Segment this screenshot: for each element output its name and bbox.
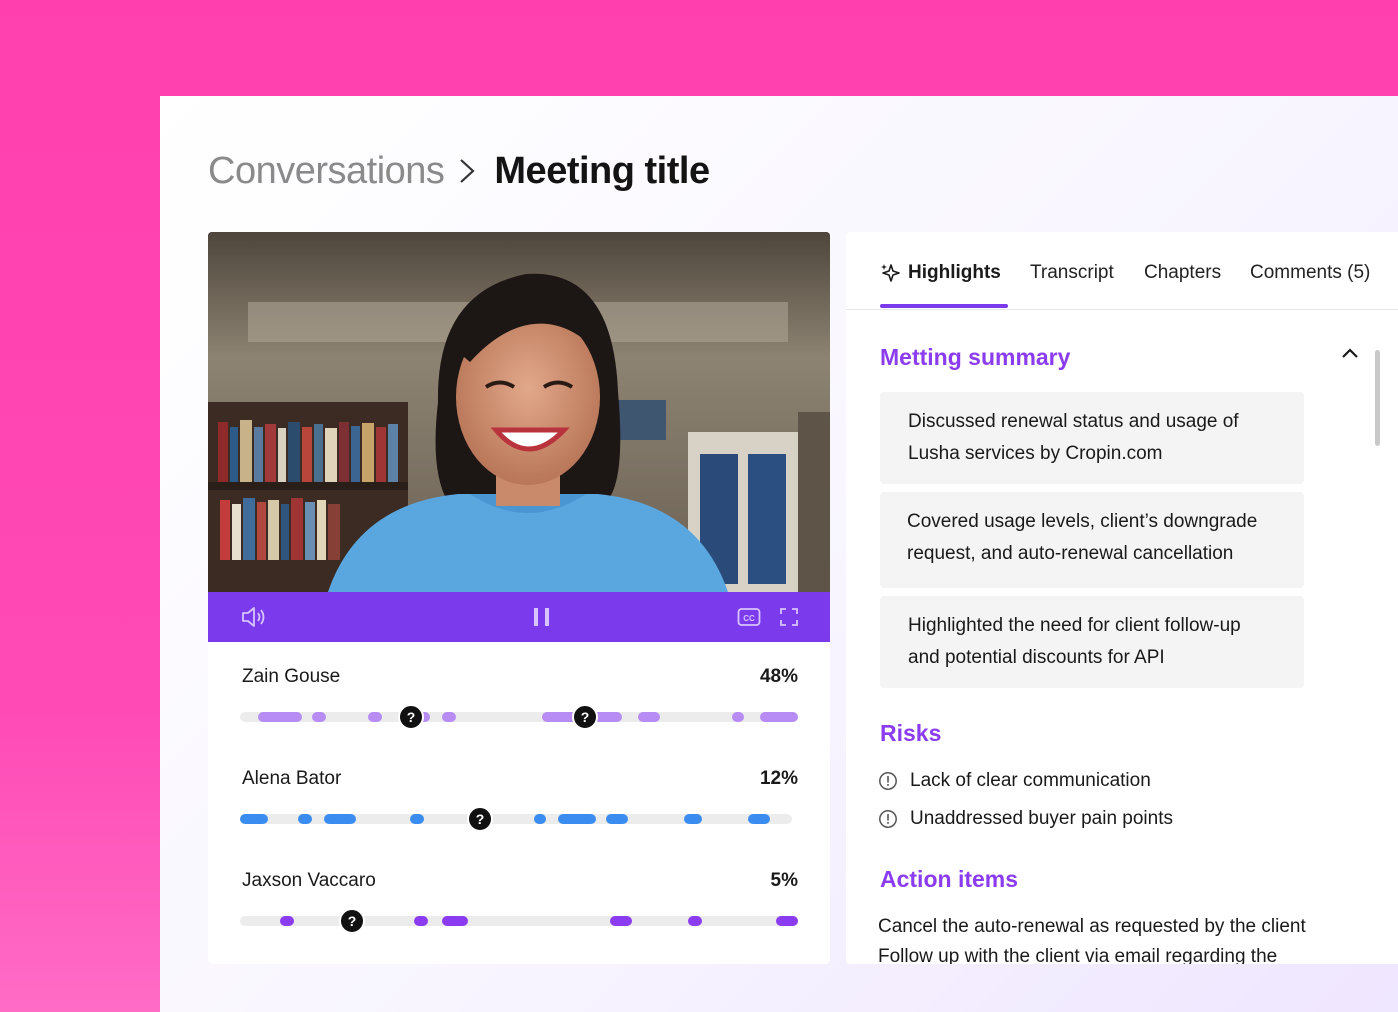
question-marker-icon[interactable]: ?: [572, 704, 598, 730]
summary-text-line: Discussed renewal status and usage of: [908, 411, 1239, 432]
talk-segment: [240, 814, 268, 824]
question-marker-icon[interactable]: ?: [467, 806, 493, 832]
captions-icon[interactable]: CC: [737, 607, 761, 632]
talk-segment: [258, 712, 302, 722]
talk-segment: [410, 814, 424, 824]
summary-section-title: Metting summary: [880, 344, 1071, 370]
tab-chapters[interactable]: Chapters: [1144, 262, 1221, 284]
panel-scrollbar[interactable]: [1375, 350, 1380, 446]
question-marker-icon[interactable]: ?: [398, 704, 424, 730]
summary-text-line: Highlighted the need for client follow-u…: [908, 615, 1241, 636]
pause-icon[interactable]: [532, 606, 552, 633]
summary-text-line: Lusha services by Cropin.com: [908, 443, 1163, 464]
speaker-name: Zain Gouse: [242, 666, 341, 687]
speaker-talk-percent: 12%: [759, 768, 798, 789]
talk-segment: [684, 814, 702, 824]
tab-comments[interactable]: Comments (5): [1250, 262, 1370, 284]
app-frame: Conversations Meeting title CC Zain Gous…: [160, 96, 1398, 1012]
breadcrumb-conversations-link[interactable]: Conversations: [208, 150, 445, 193]
volume-icon[interactable]: [240, 605, 266, 634]
video-frame[interactable]: [208, 232, 830, 592]
question-marker-icon[interactable]: ?: [339, 908, 365, 934]
talk-segment: [760, 712, 798, 722]
speaker-talk-percent: 48%: [759, 666, 798, 687]
risk-item: Lack of clear communication: [878, 770, 1151, 792]
tab-highlights-label: Highlights: [908, 262, 1001, 283]
talk-segment: [280, 916, 294, 926]
tab-bar: Highlights Transcript Chapters Comments …: [846, 232, 1398, 310]
video-person-image: [208, 232, 830, 592]
speaker-row: Alena Bator 12% ?: [240, 768, 798, 848]
action-item: Cancel the auto-renewal as requested by …: [878, 916, 1306, 937]
video-card: CC Zain Gouse 48% ? ? Alena Bator 12% ? …: [208, 232, 830, 964]
sparkle-icon: [881, 264, 900, 282]
alert-circle-icon: [879, 810, 897, 828]
summary-item: Covered usage levels, client’s downgrade…: [880, 492, 1304, 588]
talk-segment: [748, 814, 770, 824]
speaker-name: Alena Bator: [242, 768, 342, 789]
talk-segment: [442, 916, 468, 926]
svg-text:CC: CC: [743, 614, 755, 623]
summary-text-line: and potential discounts for API: [908, 647, 1165, 668]
risk-text: Lack of clear communication: [910, 770, 1151, 791]
risk-item: Unaddressed buyer pain points: [878, 808, 1173, 830]
talk-segment: [638, 712, 660, 722]
speaker-timeline-track[interactable]: ?: [240, 806, 792, 832]
page-title: Meeting title: [494, 149, 710, 192]
speaker-timeline-track[interactable]: ? ?: [240, 704, 798, 730]
talk-segment: [442, 712, 456, 722]
active-tab-indicator: [880, 304, 1008, 308]
talk-segment: [324, 814, 356, 824]
speaker-row: Zain Gouse 48% ? ?: [240, 666, 798, 746]
risks-section-title: Risks: [880, 720, 942, 746]
talk-segment: [606, 814, 628, 824]
speaker-name: Jaxson Vaccaro: [242, 870, 376, 891]
chevron-up-icon[interactable]: [1340, 346, 1360, 365]
breadcrumb: Conversations Meeting title: [208, 146, 710, 196]
summary-text-line: Covered usage levels, client’s downgrade: [907, 511, 1258, 532]
talk-segment: [414, 916, 428, 926]
talk-segment: [732, 712, 744, 722]
talk-segment: [298, 814, 312, 824]
talk-segment: [610, 916, 632, 926]
summary-item: Discussed renewal status and usage of Lu…: [880, 392, 1304, 484]
tab-transcript[interactable]: Transcript: [1030, 262, 1114, 284]
tab-highlights[interactable]: Highlights: [880, 262, 1001, 284]
action-item: Follow up with the client via email rega…: [878, 946, 1278, 964]
insights-panel: Highlights Transcript Chapters Comments …: [846, 232, 1398, 964]
speaker-timeline-track[interactable]: ?: [240, 908, 798, 934]
talk-segment: [558, 814, 596, 824]
action-items-section-title: Action items: [880, 866, 1019, 892]
chevron-right-icon: [458, 156, 480, 186]
talk-segment: [312, 712, 326, 722]
talk-segment: [534, 814, 546, 824]
speaker-talk-percent: 5%: [770, 870, 798, 891]
talk-segment: [368, 712, 382, 722]
speaker-row: Jaxson Vaccaro 5% ?: [240, 870, 798, 950]
fullscreen-icon[interactable]: [779, 607, 799, 632]
talk-segment: [688, 916, 702, 926]
risk-text: Unaddressed buyer pain points: [910, 808, 1174, 829]
talk-segment: [776, 916, 798, 926]
video-controls-bar: CC: [208, 592, 830, 642]
alert-circle-icon: [879, 772, 897, 790]
summary-text-line: request, and auto-renewal cancellation: [907, 543, 1234, 564]
summary-item: Highlighted the need for client follow-u…: [880, 596, 1304, 688]
